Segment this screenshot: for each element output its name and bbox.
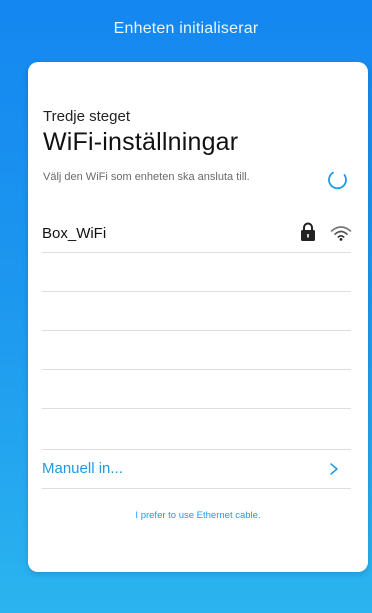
empty-network-row xyxy=(42,409,351,450)
wifi-signal-icon xyxy=(330,226,352,241)
manual-entry-row[interactable]: Manuell in... xyxy=(42,450,351,489)
network-name: Box_WiFi xyxy=(42,225,107,242)
wifi-settings-card: Tredje steget WiFi-inställningar Välj de… xyxy=(28,62,368,572)
page-title: WiFi-inställningar xyxy=(43,128,239,156)
ethernet-cable-link[interactable]: I prefer to use Ethernet cable. xyxy=(28,510,368,521)
header-bar: Enheten initialiserar xyxy=(0,0,372,62)
refresh-spinner-icon[interactable] xyxy=(327,169,349,191)
empty-network-row xyxy=(42,253,351,292)
description-text: Välj den WiFi som enheten ska ansluta ti… xyxy=(43,171,250,183)
network-row-box-wifi[interactable]: Box_WiFi xyxy=(42,216,352,253)
empty-network-row xyxy=(42,292,351,331)
empty-network-row xyxy=(42,331,351,370)
header-title: Enheten initialiserar xyxy=(113,20,259,37)
empty-network-row xyxy=(42,370,351,409)
step-label: Tredje steget xyxy=(43,108,130,125)
lock-icon xyxy=(301,222,315,241)
manual-entry-label: Manuell in... xyxy=(42,460,123,477)
chevron-right-icon xyxy=(330,463,338,475)
